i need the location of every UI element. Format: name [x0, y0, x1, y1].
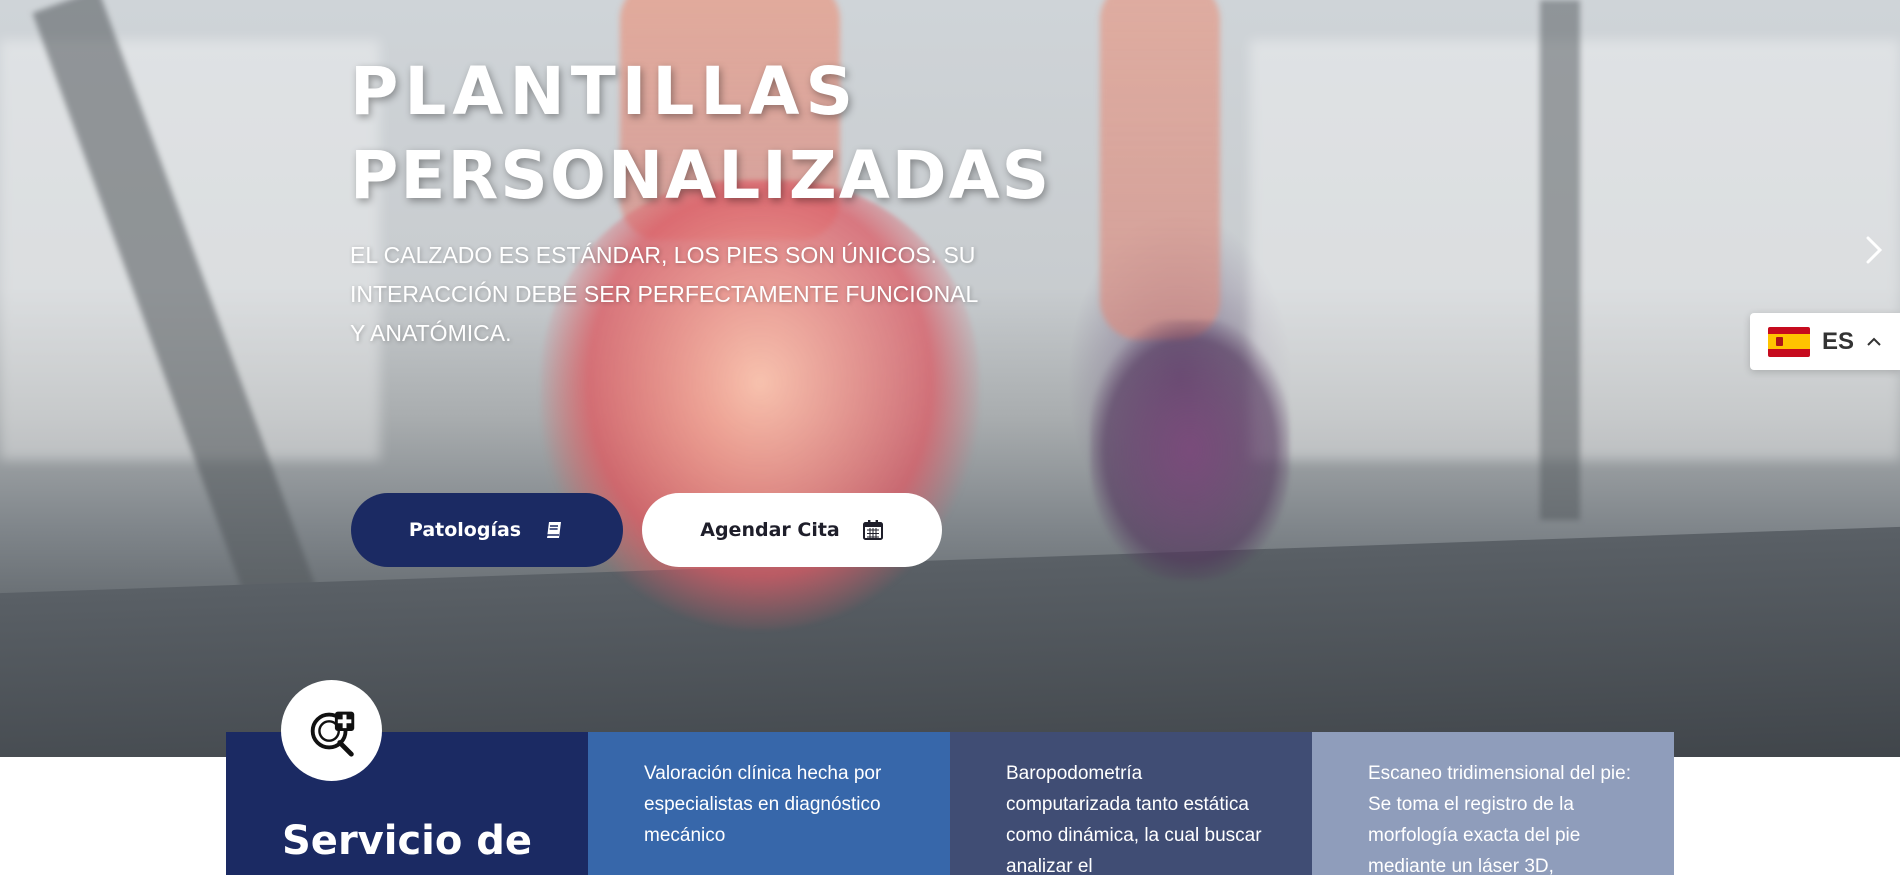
medical-search-plus-icon	[310, 711, 354, 757]
service-badge	[281, 680, 382, 781]
runner-leg	[1100, 0, 1220, 340]
service-card: Valoración clínica hecha por especialist…	[588, 732, 950, 875]
service-title: Servicio de	[282, 818, 533, 864]
treadmill-rail	[1540, 0, 1580, 520]
service-card-title: Servicio de	[226, 732, 588, 875]
hero-title-line2: PERSONALIZADAS	[350, 137, 1052, 214]
hero-title-line1: PLANTILLAS	[350, 53, 860, 130]
runner-shoe	[1090, 320, 1290, 580]
service-card-text: Valoración clínica hecha por especialist…	[644, 763, 882, 846]
service-card-text: Escaneo tridimensional del pie: Se toma …	[1368, 763, 1631, 877]
hero-title: PLANTILLAS PERSONALIZADAS	[350, 50, 1051, 218]
schedule-appointment-button[interactable]: Agendar Cita	[642, 493, 942, 567]
language-code: ES	[1822, 327, 1855, 355]
service-card-text: Baropodometría computarizada tanto estát…	[1006, 763, 1262, 877]
calendar-icon	[862, 519, 884, 541]
service-card: Baropodometría computarizada tanto estát…	[950, 732, 1312, 877]
pathologies-button-label: Patologías	[408, 519, 522, 541]
book-icon	[543, 519, 565, 541]
spain-flag-icon	[1768, 326, 1810, 357]
chevron-up-icon	[1867, 337, 1881, 346]
service-cards: Servicio de Valoración clínica hecha por…	[226, 732, 1674, 877]
hero-subtitle: EL CALZADO ES ESTÁNDAR, LOS PIES SON ÚNI…	[350, 242, 978, 346]
schedule-appointment-label: Agendar Cita	[700, 519, 840, 541]
pathologies-button[interactable]: Patologías	[351, 493, 623, 567]
service-card: Escaneo tridimensional del pie: Se toma …	[1312, 732, 1674, 877]
language-switcher[interactable]: ES	[1750, 313, 1900, 370]
chevron-right-icon	[1866, 236, 1883, 264]
slider-next-arrow[interactable]	[1858, 232, 1888, 268]
